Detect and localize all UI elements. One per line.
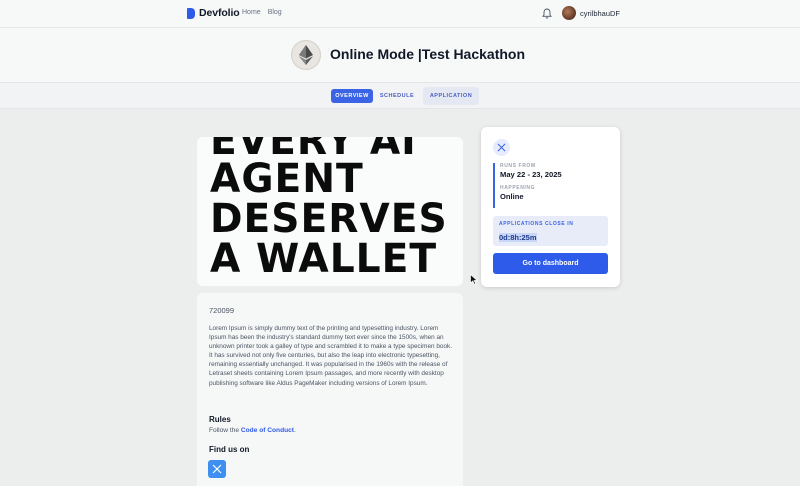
username: cyrilbhauDF	[580, 8, 621, 18]
top-navigation: Devfolio Home Blog cyrilbhauDF	[0, 0, 800, 28]
ethereum-icon	[299, 45, 313, 65]
nav-links: Home Blog	[242, 9, 282, 16]
x-social-button[interactable]	[208, 460, 226, 478]
nav-link-home[interactable]: Home	[242, 9, 261, 16]
banner-line: AGENT	[210, 156, 364, 202]
bell-icon[interactable]	[542, 8, 552, 19]
tab-schedule[interactable]: SCHEDULE	[376, 89, 418, 103]
x-icon[interactable]	[493, 139, 510, 156]
devfolio-logo	[187, 7, 195, 19]
avatar	[562, 6, 576, 20]
rules-heading: Rules	[209, 415, 231, 424]
ethereum-logo	[291, 40, 321, 70]
happening-label: HAPPENING	[500, 185, 536, 191]
brand[interactable]: Devfolio	[187, 7, 240, 19]
runs-from-value: May 22 - 23, 2025	[500, 170, 562, 179]
page-title: Online Mode |Test Hackathon	[330, 46, 526, 62]
mouse-cursor-icon	[470, 274, 478, 285]
rules-suffix: .	[294, 427, 296, 434]
user-menu[interactable]: cyrilbhauDF	[562, 6, 620, 20]
tab-application[interactable]: APPLICATION	[423, 87, 479, 105]
banner-line: A WALLET	[210, 236, 438, 282]
hackathon-id: 720099	[209, 306, 235, 315]
banner-line: DESERVES	[210, 196, 448, 242]
rules-prefix: Follow the	[209, 427, 241, 434]
hackathon-banner: EVERY AI AGENT DESERVES A WALLET	[197, 137, 463, 286]
nav-link-blog[interactable]: Blog	[268, 9, 282, 16]
tab-overview[interactable]: OVERVIEW	[331, 89, 373, 103]
countdown: 0d:8h:25m	[499, 233, 537, 242]
brand-name: Devfolio	[199, 7, 240, 19]
happening-value: Online	[500, 192, 524, 201]
tab-bar: OVERVIEW SCHEDULE APPLICATION	[0, 82, 800, 109]
about-section: 720099 Lorem Ipsum is simply dummy text …	[197, 293, 463, 486]
runs-from-label: RUNS FROM	[500, 163, 536, 169]
hackathon-header: Online Mode |Test Hackathon	[0, 28, 800, 82]
event-details: RUNS FROM May 22 - 23, 2025 HAPPENING On…	[493, 163, 603, 208]
event-info-card: RUNS FROM May 22 - 23, 2025 HAPPENING On…	[481, 127, 620, 287]
applications-close-box: APPLICATIONS CLOSE IN 0d:8h:25m	[493, 216, 608, 246]
description: Lorem Ipsum is simply dummy text of the …	[209, 325, 452, 387]
code-of-conduct-link[interactable]: Code of Conduct	[241, 427, 294, 434]
x-logo-icon	[497, 143, 506, 152]
rules-text: Follow the Code of Conduct.	[209, 427, 296, 434]
applications-close-label: APPLICATIONS CLOSE IN	[499, 221, 574, 227]
find-us-heading: Find us on	[209, 445, 250, 454]
go-to-dashboard-button[interactable]: Go to dashboard	[493, 253, 608, 274]
x-icon	[212, 464, 222, 474]
